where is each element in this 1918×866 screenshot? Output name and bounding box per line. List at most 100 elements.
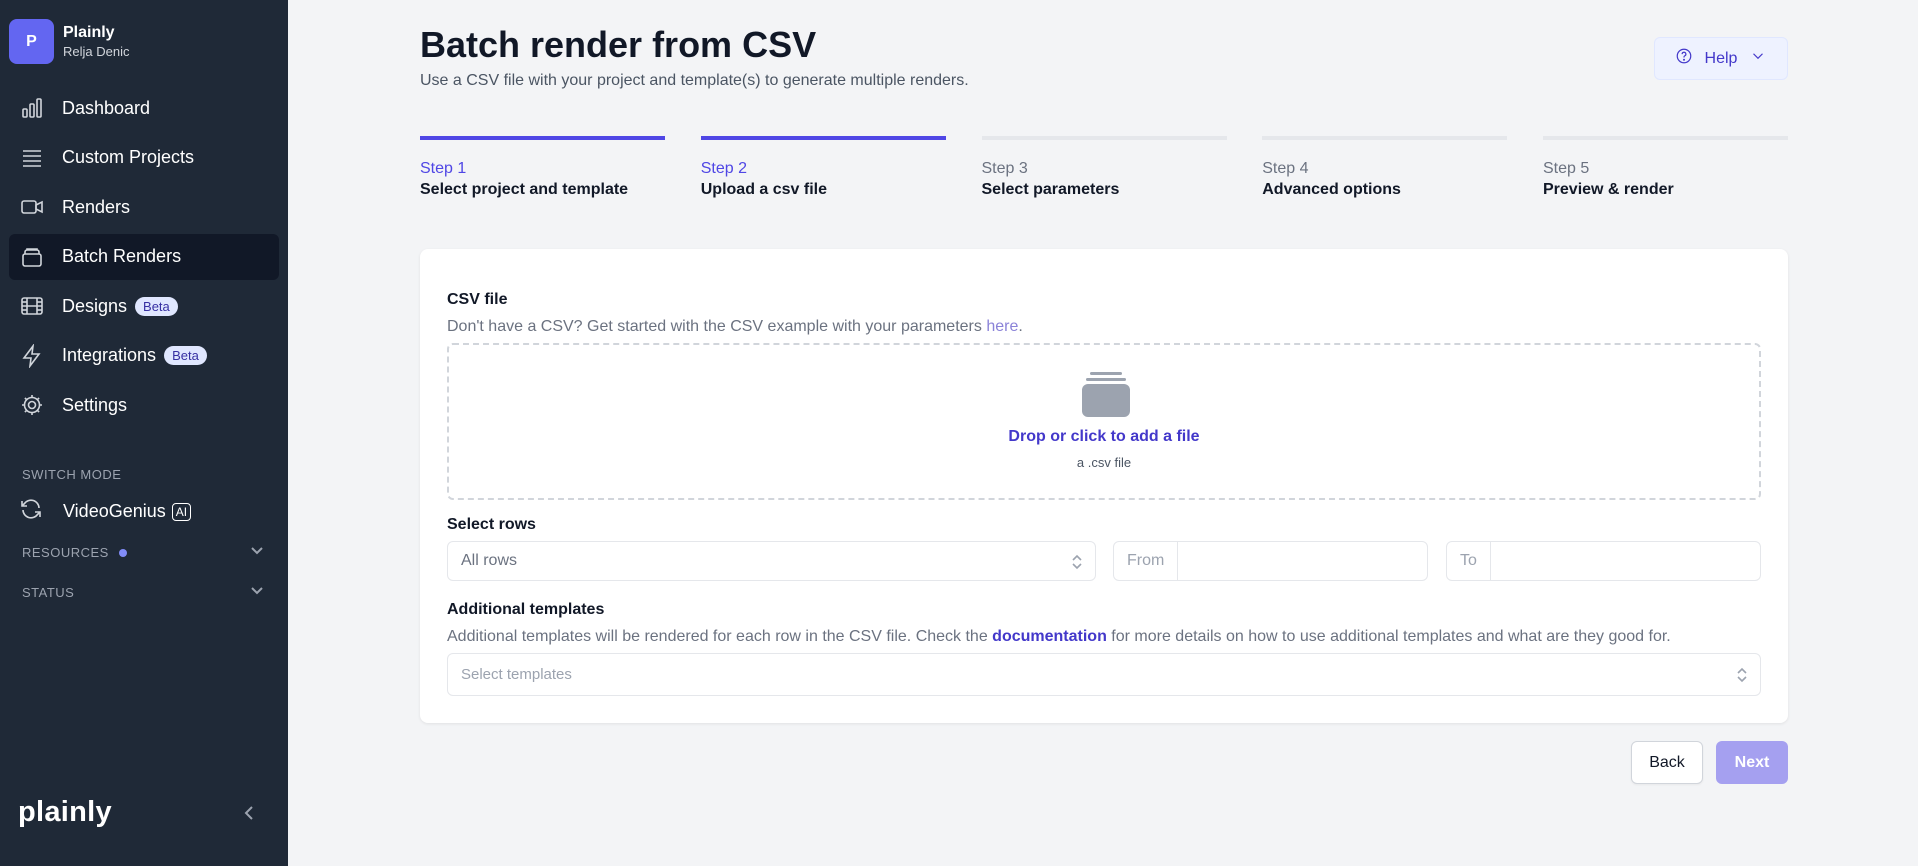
csv-file-label: CSV file [447, 291, 508, 308]
step-progress-bar [1543, 136, 1788, 140]
plainly-logo: plainly [18, 796, 112, 828]
chevron-down-icon [250, 583, 264, 602]
step-progress-bar [700, 136, 946, 140]
rows-select[interactable]: All rows [447, 541, 1096, 581]
sidebar-item-renders[interactable]: Renders [9, 184, 279, 230]
updown-chevron-icon [1736, 667, 1748, 687]
step-number: Step 4 [1262, 160, 1309, 177]
csv-example-link[interactable]: here [986, 318, 1018, 335]
row-to-input[interactable] [1490, 542, 1760, 580]
to-addon: To [1447, 542, 1491, 580]
sidebar-item-custom-projects[interactable]: Custom Projects [9, 135, 279, 181]
csv-help-prefix: Don't have a CSV? Get started with the C… [447, 318, 987, 335]
step-name: Upload a csv file [700, 181, 828, 198]
org-name: Plainly [63, 24, 115, 41]
account-switcher[interactable]: P Plainly Relja Denic [9, 19, 129, 64]
step-number: Step 2 [700, 160, 748, 177]
status-heading: STATUS [22, 585, 75, 600]
step-name: Select parameters [981, 181, 1120, 198]
sidebar-item-label: Designs [62, 295, 128, 316]
chevron-down-icon [1749, 47, 1767, 70]
film-icon [19, 293, 45, 319]
step-progress-bar [1262, 136, 1508, 140]
documentation-link[interactable]: documentation [992, 628, 1107, 645]
next-button[interactable]: Next [1716, 741, 1788, 784]
updown-chevron-icon [1071, 554, 1083, 575]
select-rows-label: Select rows [447, 516, 536, 533]
bar-chart-icon [19, 95, 45, 121]
bolt-icon [19, 343, 45, 369]
csv-help-text: Don't have a CSV? Get started with the C… [447, 318, 1023, 336]
from-addon: From [1114, 542, 1179, 580]
dropzone-subtitle: a .csv file [1076, 455, 1132, 470]
step-progress-bar [420, 136, 665, 140]
sidebar-item-batch-renders[interactable]: Batch Renders [9, 233, 279, 280]
step-5: Step 5 Preview & render [1543, 136, 1788, 199]
question-circle-icon [1675, 47, 1693, 70]
upload-card: CSV file Don't have a CSV? Get started w… [420, 249, 1788, 723]
csv-dropzone[interactable]: Drop or click to add a file a .csv file [447, 343, 1761, 500]
ai-tag: AI [171, 502, 192, 521]
status-toggle[interactable]: STATUS [22, 583, 264, 602]
step-2[interactable]: Step 2 Upload a csv file [700, 136, 946, 199]
step-name: Preview & render [1543, 181, 1674, 198]
videogenius-label: VideoGenius [63, 501, 166, 521]
step-progress-bar [981, 136, 1227, 140]
dropzone-title: Drop or click to add a file [1008, 428, 1200, 445]
sidebar-item-designs[interactable]: Designs Beta [9, 283, 279, 329]
sidebar-item-dashboard[interactable]: Dashboard [9, 85, 279, 131]
beta-badge: Beta [164, 346, 207, 365]
templates-select[interactable]: Select templates [447, 653, 1761, 696]
sidebar-item-label: Batch Renders [62, 246, 182, 266]
layers-icon [19, 145, 45, 171]
sidebar-item-integrations[interactable]: Integrations Beta [9, 333, 279, 379]
sidebar-item-videogenius[interactable]: VideoGenius AI [19, 497, 192, 526]
file-tray-icon [1081, 372, 1131, 423]
sidebar-item-settings[interactable]: Settings [9, 382, 279, 428]
step-1[interactable]: Step 1 Select project and template [420, 136, 665, 199]
step-number: Step 3 [981, 160, 1028, 177]
resources-heading: RESOURCES [22, 545, 109, 560]
help-label: Help [1704, 49, 1738, 67]
video-camera-icon [19, 194, 45, 220]
sidebar-item-label: Renders [62, 196, 131, 217]
user-name: Relja Denic [63, 44, 130, 59]
sidebar-item-label: Dashboard [62, 97, 151, 118]
refresh-icon [19, 497, 43, 526]
row-from-input[interactable] [1178, 542, 1427, 580]
stack-icon [19, 244, 45, 270]
templates-select-placeholder: Select templates [461, 666, 572, 683]
resources-toggle[interactable]: RESOURCES [22, 543, 264, 562]
row-from-field: From [1113, 541, 1428, 581]
step-4: Step 4 Advanced options [1262, 136, 1508, 199]
step-name: Advanced options [1262, 181, 1401, 198]
additional-templates-label: Additional templates [447, 601, 605, 618]
step-number: Step 5 [1543, 160, 1590, 177]
avatar: P [9, 19, 54, 64]
switch-mode-heading: SWITCH MODE [22, 467, 122, 482]
page-subtitle: Use a CSV file with your project and tem… [420, 72, 969, 89]
sidebar-nav: Dashboard Custom Projects Renders Batch … [9, 85, 279, 432]
sidebar: P Plainly Relja Denic Dashboard Custom P… [0, 0, 288, 866]
help-button[interactable]: Help [1654, 37, 1788, 80]
templates-help-text: Additional templates will be rendered fo… [447, 628, 1671, 646]
stepper: Step 1 Select project and template Step … [420, 136, 1788, 199]
page-title: Batch render from CSV [420, 24, 817, 65]
csv-help-suffix: . [1018, 318, 1023, 335]
step-number: Step 1 [420, 160, 467, 177]
notification-dot [118, 548, 127, 557]
sidebar-item-label: Integrations [62, 345, 157, 365]
sidebar-item-label: Custom Projects [62, 147, 195, 167]
step-name: Select project and template [420, 181, 629, 198]
chevron-down-icon [250, 543, 264, 562]
back-button[interactable]: Back [1631, 741, 1703, 784]
rows-select-value: All rows [461, 552, 518, 569]
templates-help-suffix: for more details on how to use additiona… [1106, 628, 1671, 645]
sidebar-item-label: Settings [62, 394, 128, 415]
templates-help-prefix: Additional templates will be rendered fo… [447, 628, 993, 645]
collapse-sidebar-button[interactable] [240, 804, 258, 827]
chevron-left-icon [240, 806, 258, 826]
row-to-field: To [1446, 541, 1761, 581]
step-3: Step 3 Select parameters [981, 136, 1227, 199]
gear-icon [19, 392, 45, 418]
